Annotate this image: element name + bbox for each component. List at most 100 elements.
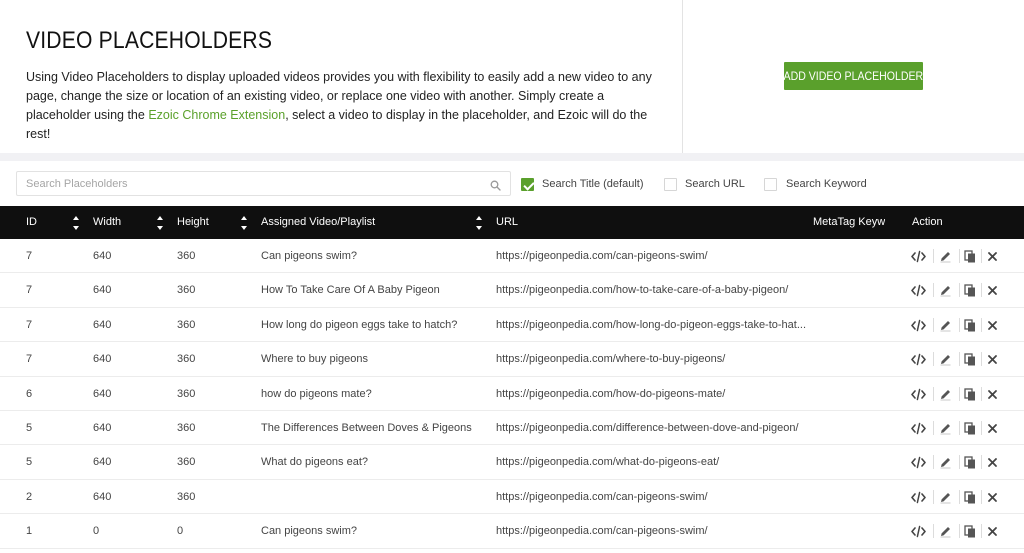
action-separator [981, 455, 982, 470]
cell-url: https://pigeonpedia.com/difference-betwe… [496, 421, 799, 434]
page-title: VIDEO PLACEHOLDERS [26, 27, 273, 54]
cell-video: how do pigeons mate? [261, 387, 372, 400]
column-header-id[interactable]: ID [26, 206, 66, 239]
row-actions [909, 411, 1009, 445]
code-icon[interactable] [911, 491, 926, 504]
code-icon[interactable] [911, 353, 926, 366]
cell-url: https://pigeonpedia.com/how-to-take-care… [496, 284, 789, 297]
cell-video: Where to buy pigeons [261, 353, 369, 366]
copy-icon[interactable] [964, 422, 978, 435]
action-separator [981, 386, 982, 401]
close-icon[interactable] [987, 457, 1001, 470]
pencil-icon[interactable] [939, 284, 953, 297]
cell-width: 640 [93, 250, 112, 262]
table-row: 7 640 360 How long do pigeon eggs take to h… [0, 307, 1024, 343]
close-icon[interactable] [987, 354, 1001, 367]
copy-icon[interactable] [964, 525, 978, 538]
cell-width: 640 [93, 421, 112, 434]
cell-height: 360 [177, 456, 196, 469]
cell-id: 7 [26, 318, 33, 331]
pencil-icon[interactable] [939, 456, 953, 469]
code-icon[interactable] [911, 388, 926, 401]
column-header-video[interactable]: Assigned Video/Playlist [261, 206, 461, 239]
table-row: 5 640 360 What do pigeons eat? https://pigeo… [0, 445, 1024, 480]
cell-height: 0 [177, 525, 184, 538]
copy-icon[interactable] [964, 387, 978, 401]
sort-icon[interactable] [476, 216, 483, 230]
pencil-icon[interactable] [939, 388, 953, 401]
table-row: 1 0 0 Can pigeons swim? https://pigeonpedia.… [0, 514, 1024, 549]
copy-icon[interactable] [964, 353, 978, 366]
cell-video [261, 480, 486, 514]
code-icon[interactable] [911, 422, 926, 435]
sort-icon[interactable] [157, 216, 164, 230]
close-icon[interactable] [987, 251, 1001, 264]
close-icon[interactable] [987, 492, 1001, 505]
row-actions [909, 239, 1009, 273]
cell-id: 1 [26, 525, 33, 538]
sort-icon[interactable] [73, 216, 80, 230]
action-separator [959, 352, 960, 367]
table-row: 2 640 360 https://pigeonpedia.com/can-pigeo… [0, 479, 1024, 515]
cell-url: https://pigeonpedia.com/can-pigeons-swim… [496, 250, 708, 262]
close-icon[interactable] [987, 526, 1001, 539]
pencil-icon[interactable] [939, 491, 953, 504]
copy-icon[interactable] [964, 456, 978, 469]
row-actions [909, 308, 1009, 342]
pencil-icon[interactable] [939, 525, 953, 538]
cell-video: How long do pigeon eggs take to hatch? [261, 318, 458, 331]
sort-icon[interactable] [241, 216, 248, 230]
pencil-icon[interactable] [939, 353, 953, 366]
search-title-checkbox[interactable] [521, 178, 534, 191]
action-separator [933, 420, 934, 435]
cell-id: 7 [26, 250, 33, 262]
copy-icon[interactable] [964, 284, 978, 297]
search-url-checkbox[interactable] [664, 178, 677, 191]
action-separator [981, 249, 982, 263]
pencil-icon[interactable] [939, 250, 953, 263]
cell-width: 640 [93, 353, 112, 366]
add-button-label: ADD VIDEO PLACEHOLDER [783, 69, 924, 83]
close-icon[interactable] [987, 285, 1001, 298]
code-icon[interactable] [911, 456, 926, 469]
page-header: VIDEO PLACEHOLDERS Using Video Placehold… [0, 0, 1024, 153]
search-input[interactable] [17, 172, 487, 195]
cell-video: Can pigeons swim? [261, 525, 357, 538]
chrome-extension-link[interactable]: Ezoic Chrome Extension [148, 108, 285, 122]
cell-video: The Differences Between Doves & Pigeons [261, 421, 472, 434]
pencil-icon[interactable] [939, 319, 953, 332]
column-header-height[interactable]: Height [177, 206, 237, 239]
copy-icon[interactable] [964, 319, 978, 332]
column-header-url[interactable]: URL [496, 206, 796, 239]
code-icon[interactable] [911, 525, 926, 538]
cell-id: 5 [26, 456, 33, 469]
code-icon[interactable] [911, 250, 926, 263]
column-header-metatag-keywords[interactable]: MetaTag Keywords [813, 206, 885, 239]
copy-icon[interactable] [964, 250, 978, 263]
action-separator [933, 317, 934, 332]
action-separator [981, 352, 982, 367]
table-row: 5 640 360 The Differences Between Doves & P… [0, 410, 1024, 446]
cell-video: Can pigeons swim? [261, 250, 357, 262]
add-video-placeholder-button[interactable]: ADD VIDEO PLACEHOLDER [784, 62, 923, 90]
action-separator [933, 489, 934, 504]
pencil-icon[interactable] [939, 422, 953, 435]
code-icon[interactable] [911, 284, 926, 297]
table-row: 6 640 360 how do pigeons mate? https://pigeo… [0, 376, 1024, 411]
action-separator [933, 352, 934, 367]
cell-id: 7 [26, 353, 33, 366]
close-icon[interactable] [987, 320, 1001, 333]
row-actions [909, 377, 1009, 411]
close-icon[interactable] [987, 389, 1001, 402]
filter-bar: Search Title (default) Search URL Search… [0, 161, 1024, 206]
code-icon[interactable] [911, 319, 926, 332]
search-icon[interactable] [490, 178, 501, 191]
cell-width: 640 [93, 284, 112, 297]
search-keyword-checkbox[interactable] [764, 178, 777, 191]
close-icon[interactable] [987, 423, 1001, 436]
row-actions [909, 514, 1009, 548]
action-separator [981, 317, 982, 332]
column-header-width[interactable]: Width [93, 206, 153, 239]
cell-height: 360 [177, 421, 196, 434]
copy-icon[interactable] [964, 491, 978, 504]
